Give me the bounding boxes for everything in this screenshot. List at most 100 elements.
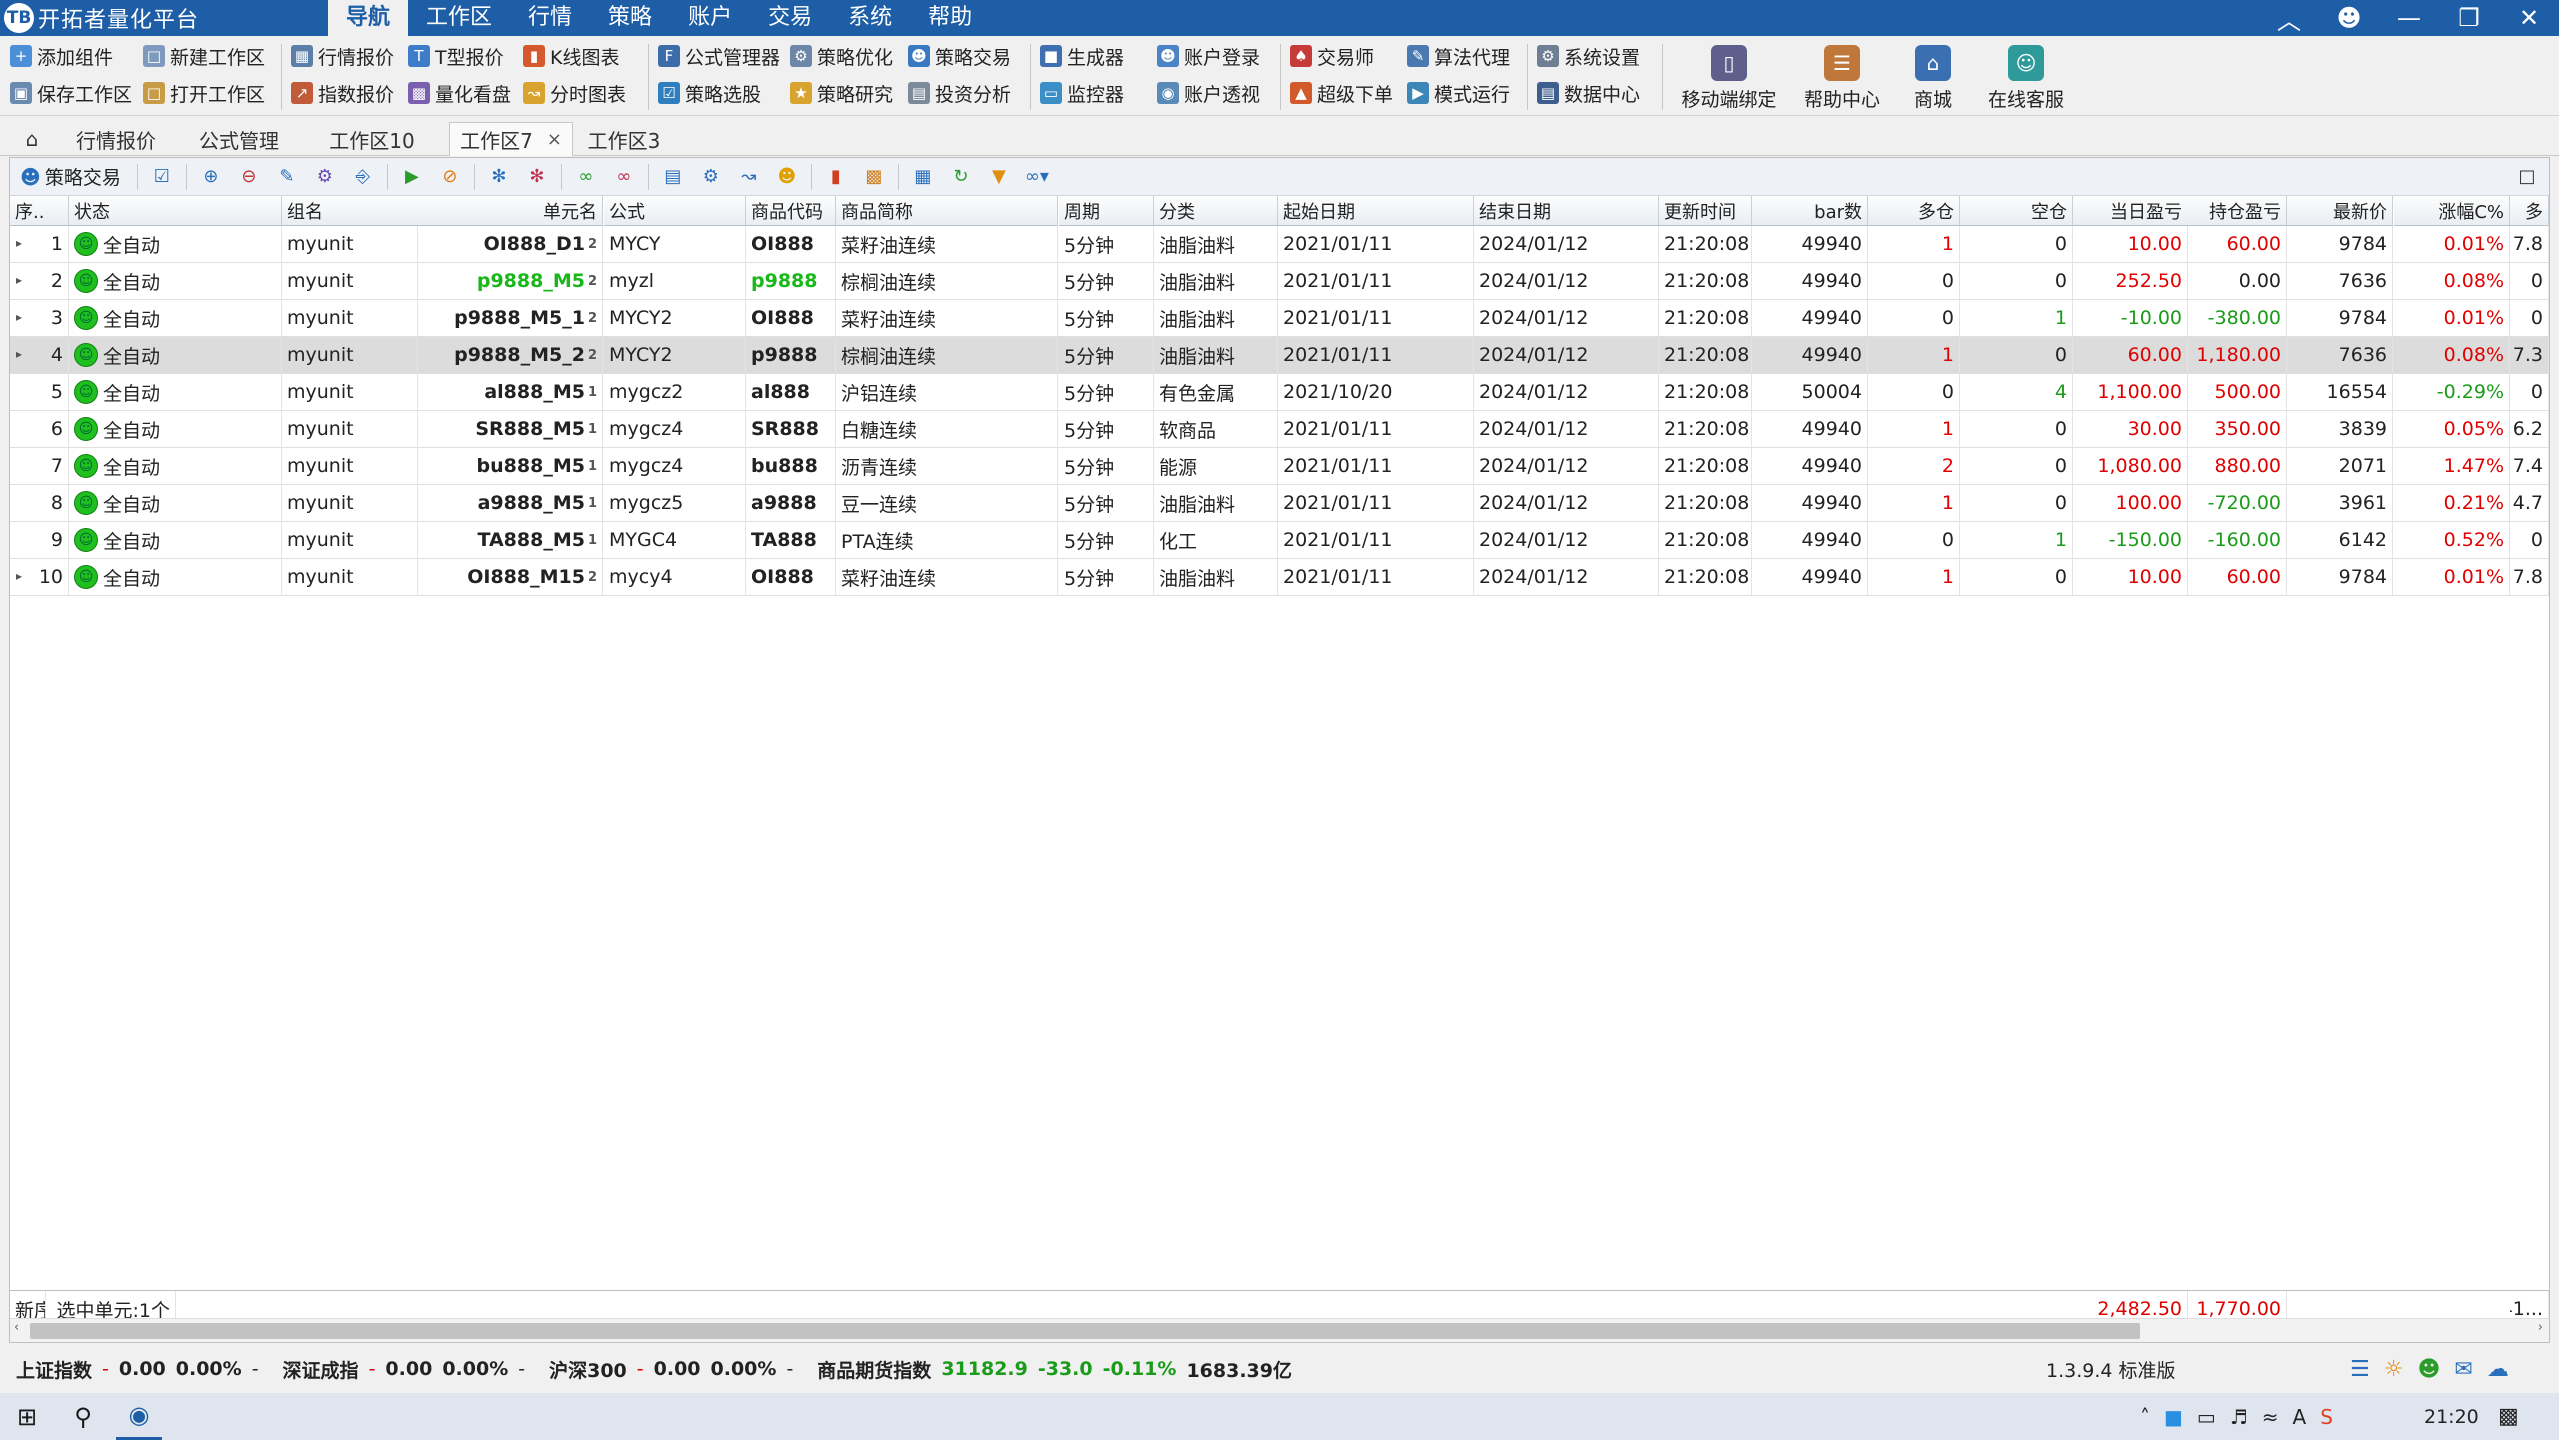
tab-workspace3[interactable]: 工作区3 xyxy=(578,122,670,156)
chart-icon[interactable]: ↝ xyxy=(735,163,763,191)
lock-icon[interactable]: ⎆ xyxy=(349,163,377,191)
tab-formula-manage[interactable]: 公式管理 xyxy=(184,122,294,156)
contacts-icon[interactable]: ☻ xyxy=(2417,1357,2440,1382)
col-category-header[interactable]: 分类 xyxy=(1154,196,1278,226)
col-status-header[interactable]: 状态 xyxy=(69,196,282,226)
open-workspace-button[interactable]: □ 打开工作区 xyxy=(143,76,265,110)
tab-workspace7[interactable]: 工作区7 × xyxy=(449,122,573,156)
strategy-trade-ribbon-button[interactable]: ☻ 策略交易 xyxy=(908,39,1011,73)
group-remove-icon[interactable]: ✻ xyxy=(523,163,551,191)
system-settings-button[interactable]: ⚙ 系统设置 xyxy=(1537,39,1640,73)
wifi-icon[interactable]: ≈ xyxy=(2262,1405,2279,1429)
play-icon[interactable]: ▶ xyxy=(398,163,426,191)
col-group-header[interactable]: 组名 xyxy=(282,196,418,226)
tray-expand-icon[interactable]: ˄ xyxy=(2140,1405,2150,1429)
add-unit-icon[interactable]: ⊕ xyxy=(197,163,225,191)
scroll-right-icon[interactable]: › xyxy=(2538,1320,2543,1335)
minimize-icon[interactable]: — xyxy=(2379,0,2439,36)
unit-settings-icon[interactable]: ⚙ xyxy=(311,163,339,191)
row-expand-icon[interactable]: ▸ xyxy=(16,347,22,361)
menu-item-5[interactable]: 交易 xyxy=(750,0,830,36)
strategy-optimize-button[interactable]: ⚙ 策略优化 xyxy=(790,39,893,73)
generator-button[interactable]: ■ 生成器 xyxy=(1040,39,1124,73)
collapse-ribbon-icon[interactable]: ︿ xyxy=(2259,0,2319,36)
edit-unit-icon[interactable]: ✎ xyxy=(273,163,301,191)
table-row[interactable]: 4 ▸ ☺ 全自动 myunit p9888_M5_2 2 MYCY2 p9888 棕榈油连续 5分… xyxy=(10,337,2549,374)
menu-item-7[interactable]: 帮助 xyxy=(910,0,990,36)
timeshare-chart-button[interactable]: ↝ 分时图表 xyxy=(523,76,626,110)
col-bars-header[interactable]: bar数 xyxy=(1752,196,1868,226)
horizontal-scrollbar[interactable]: ‹ › xyxy=(10,1318,2549,1342)
check-icon[interactable]: ☑ xyxy=(148,163,176,191)
scroll-left-icon[interactable]: ‹ xyxy=(14,1320,19,1335)
filter-icon[interactable]: ▼ xyxy=(985,163,1013,191)
table-row[interactable]: 2 ▸ ☺ 全自动 myunit p9888_M5 2 myzl p9888 棕榈油连续 5分钟 油脂… xyxy=(10,263,2549,300)
mode-run-button[interactable]: ▶ 模式运行 xyxy=(1407,76,1510,110)
settings-icon[interactable]: ⚙ xyxy=(697,163,725,191)
kline-chart-button[interactable]: ▮ K线图表 xyxy=(523,39,619,73)
col-change-header[interactable]: 涨幅C% xyxy=(2394,196,2510,226)
refresh-icon[interactable]: ↻ xyxy=(947,163,975,191)
monitor-button[interactable]: ▭ 监控器 xyxy=(1040,76,1124,110)
invest-analysis-button[interactable]: ▤ 投资分析 xyxy=(908,76,1011,110)
add-component-button[interactable]: + 添加组件 xyxy=(10,39,113,73)
new-workspace-button[interactable]: □ 新建工作区 xyxy=(143,39,265,73)
search-icon[interactable]: ⚲ xyxy=(60,1394,106,1440)
cloud-icon[interactable]: ☁ xyxy=(2487,1357,2509,1382)
font-icon[interactable]: A xyxy=(2293,1405,2307,1429)
scrollbar-thumb[interactable] xyxy=(30,1323,2140,1339)
volume-icon[interactable]: ♬ xyxy=(2230,1405,2248,1429)
notification-icon[interactable]: ▩ xyxy=(2498,1404,2519,1429)
col-day-pnl-header[interactable]: 当日盈亏 xyxy=(2073,196,2188,226)
trader-button[interactable]: ♠ 交易师 xyxy=(1290,39,1374,73)
table-row[interactable]: 8 ☺ 全自动 myunit a9888_M5 1 mygcz5 a9888 豆一连续 5分钟 油脂… xyxy=(10,485,2549,522)
report-icon[interactable]: ▤ xyxy=(659,163,687,191)
restore-icon[interactable]: ❐ xyxy=(2439,0,2499,36)
battery-icon[interactable]: ▭ xyxy=(2197,1405,2216,1429)
row-expand-icon[interactable]: ▸ xyxy=(16,236,22,250)
table-row[interactable]: 3 ▸ ☺ 全自动 myunit p9888_M5_1 2 MYCY2 OI888 菜籽油连续 5分… xyxy=(10,300,2549,337)
strategy-stock-pick-button[interactable]: ☑ 策略选股 xyxy=(658,76,761,110)
link-dropdown-icon[interactable]: ∞▾ xyxy=(1023,163,1051,191)
maximize-panel-icon[interactable]: □ xyxy=(2513,163,2541,191)
group-add-icon[interactable]: ✻ xyxy=(485,163,513,191)
row-expand-icon[interactable]: ▸ xyxy=(16,273,22,287)
user-icon[interactable]: ☻ xyxy=(2319,0,2379,36)
col-unit-header[interactable]: 单元名 xyxy=(417,196,603,226)
menu-item-4[interactable]: 账户 xyxy=(670,0,750,36)
col-formula-header[interactable]: 公式 xyxy=(604,196,746,226)
tb-app-taskbar-icon[interactable]: ◉ xyxy=(116,1394,162,1440)
col-updated-header[interactable]: 更新时间 xyxy=(1659,196,1752,226)
col-last-header[interactable]: 最新价 xyxy=(2287,196,2393,226)
tab-close-icon[interactable]: × xyxy=(547,129,562,150)
delete-unit-icon[interactable]: ⊖ xyxy=(235,163,263,191)
row-expand-icon[interactable]: ▸ xyxy=(16,310,22,324)
tab-quotes[interactable]: 行情报价 xyxy=(58,122,174,156)
mobile-bind-button[interactable]: ▯ 移动端绑定 xyxy=(1674,40,1784,112)
image-chart-icon[interactable]: ▩ xyxy=(860,163,888,191)
col-long-header[interactable]: 多仓 xyxy=(1868,196,1960,226)
input-method-icon[interactable]: S xyxy=(2320,1405,2333,1429)
t-quotes-button[interactable]: T T型报价 xyxy=(408,39,504,73)
stop-icon[interactable]: ⊘ xyxy=(436,163,464,191)
table-row[interactable]: 5 ☺ 全自动 myunit al888_M5 1 mygcz2 al888 沪铝连续 5分钟 有色… xyxy=(10,374,2549,411)
table-row[interactable]: 1 ▸ ☺ 全自动 myunit OI888_D1 2 MYCY OI888 菜籽油连续 5分钟 油脂… xyxy=(10,226,2549,263)
index-quotes-button[interactable]: ↗ 指数报价 xyxy=(291,76,394,110)
link-remove-icon[interactable]: ∞ xyxy=(610,163,638,191)
alert-icon[interactable]: ☼ xyxy=(2384,1357,2404,1382)
save-workspace-button[interactable]: ▣ 保存工作区 xyxy=(10,76,132,110)
strategy-research-button[interactable]: ★ 策略研究 xyxy=(790,76,893,110)
menu-item-2[interactable]: 行情 xyxy=(510,0,590,36)
menu-item-0[interactable]: 导航 xyxy=(328,0,409,36)
formula-manager-button[interactable]: F 公式管理器 xyxy=(658,39,780,73)
candlestick-icon[interactable]: ▮ xyxy=(822,163,850,191)
algo-agent-button[interactable]: ✎ 算法代理 xyxy=(1407,39,1510,73)
account-view-button[interactable]: ◉ 账户透视 xyxy=(1157,76,1260,110)
table-row[interactable]: 6 ☺ 全自动 myunit SR888_M5 1 mygcz4 SR888 白糖连续 5分钟 软商… xyxy=(10,411,2549,448)
link-add-icon[interactable]: ∞ xyxy=(572,163,600,191)
tray-app-icon[interactable]: ■ xyxy=(2164,1405,2183,1429)
quotes-button[interactable]: ▦ 行情报价 xyxy=(291,39,394,73)
data-center-button[interactable]: ▤ 数据中心 xyxy=(1537,76,1640,110)
account-login-button[interactable]: ☻ 账户登录 xyxy=(1157,39,1260,73)
col-period-header[interactable]: 周期 xyxy=(1059,196,1154,226)
